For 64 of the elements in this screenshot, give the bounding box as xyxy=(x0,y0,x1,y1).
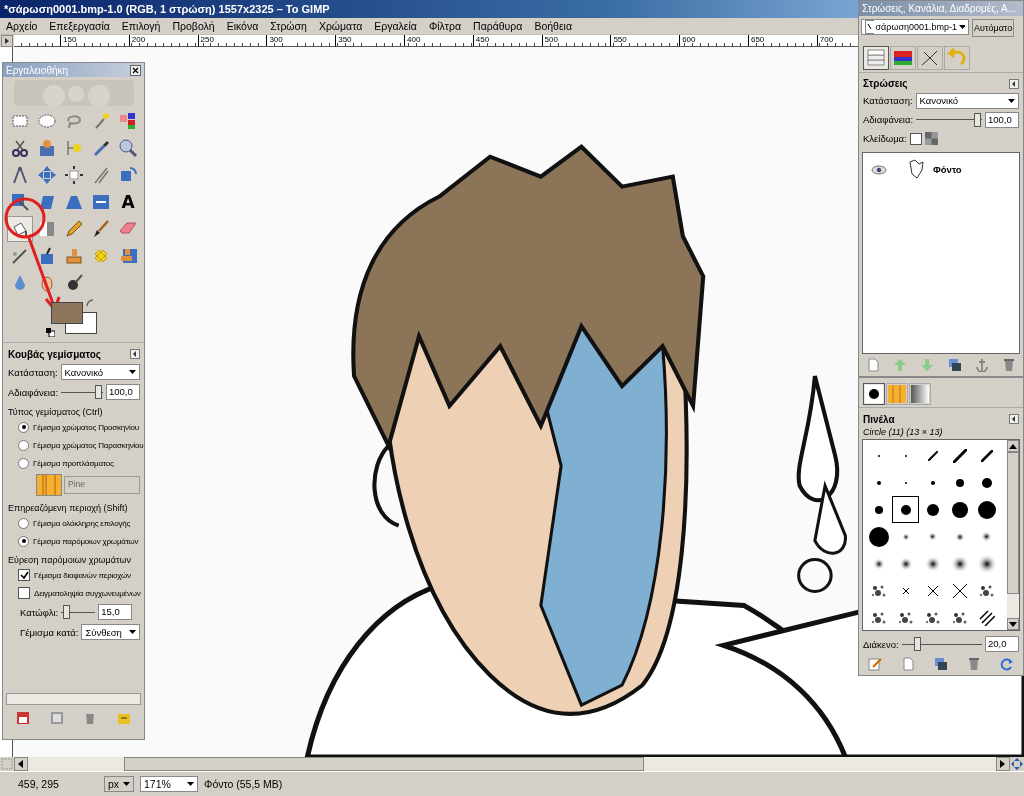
radio-option[interactable]: Γέμισμα ολόκληρης επιλογής xyxy=(18,515,131,531)
radio-option[interactable]: Γέμισμα χρώματος Προσκηνίου xyxy=(18,419,139,435)
menu-item[interactable]: Επιλογή xyxy=(121,20,161,32)
mode-label: Κατάσταση: xyxy=(863,95,913,107)
fill-type-label: Τύπος γεμίσματος (Ctrl) xyxy=(8,407,104,417)
ruler-label: 250 xyxy=(197,35,267,46)
mode-label: Κατάσταση: xyxy=(8,366,58,378)
mode-dropdown[interactable]: Κανονικό xyxy=(915,92,1019,109)
layer-row[interactable]: Φόντο xyxy=(863,152,1019,187)
image-dropdown[interactable]: σάρωση0001.bmp-1 xyxy=(861,18,969,35)
ruler-label: 450 xyxy=(472,35,542,46)
brushes-title: Πινέλα xyxy=(863,413,895,425)
radio-option[interactable]: Γέμισμα προπλάσματος xyxy=(18,455,114,471)
toolbox-title: Εργαλειοθήκη xyxy=(6,64,69,76)
affected-area-label: Επηρεαζόμενη περιοχή (Shift) xyxy=(8,503,129,513)
auto-button[interactable]: Αυτόματο xyxy=(972,18,1015,37)
spacing-spinbox[interactable]: 20,0 xyxy=(985,636,1019,652)
tool-options-title: Κουβάς γεμίσματος xyxy=(8,348,101,360)
menu-item[interactable]: Επεξεργασία xyxy=(49,20,110,32)
checkbox-option[interactable]: Γέμισμα διαφανών περιοχών xyxy=(18,567,131,583)
spacing-label: Διάκενο: xyxy=(863,638,899,650)
mode-dropdown[interactable]: Κανονικό xyxy=(60,364,140,380)
ruler-label: 500 xyxy=(541,35,611,46)
menu-item[interactable]: Φίλτρα xyxy=(428,20,462,32)
opacity-spinbox[interactable]: 100,0 xyxy=(985,111,1019,128)
pattern-name-field[interactable]: Pine xyxy=(64,476,140,494)
menu-item[interactable]: Αρχείο xyxy=(6,20,38,32)
opacity-label: Αδιαφάνεια: xyxy=(8,386,59,398)
lock-label: Κλείδωμα: xyxy=(863,133,907,145)
ruler-label: 400 xyxy=(404,35,473,46)
status-message: Φόντο (55,5 MB) xyxy=(204,778,283,790)
menu-item[interactable]: Εργαλεία xyxy=(374,20,417,32)
window-title: *σάρωση0001.bmp-1.0 (RGB, 1 στρώση) 1557x2325 – Το GIMP xyxy=(4,3,330,15)
ruler-label: 550 xyxy=(610,35,680,46)
zoom-dropdown[interactable]: 171% xyxy=(140,776,198,792)
threshold-label: Κατώφλι: xyxy=(20,606,59,618)
fill-by-label: Γέμισμα κατά: xyxy=(20,626,79,638)
pointer-coordinates: 459, 295 xyxy=(17,778,60,790)
menu-item[interactable]: Στρώση xyxy=(270,20,307,32)
opacity-spinbox[interactable]: 100,0 xyxy=(106,384,140,400)
opacity-label: Αδιαφάνεια: xyxy=(863,114,914,126)
ruler-label: 650 xyxy=(747,35,817,46)
menu-item[interactable]: Χρώματα xyxy=(318,20,363,32)
layer-name: Φόντο xyxy=(933,164,962,176)
unit-dropdown[interactable]: px xyxy=(104,776,134,792)
current-brush-name: Circle (11) (13 × 13) xyxy=(863,427,944,437)
tool-button[interactable]: A xyxy=(115,189,141,215)
ruler-label: 350 xyxy=(335,35,404,46)
ruler-label: 150 xyxy=(60,35,129,46)
checkbox-option[interactable]: Δειγματοληψία συγχωνευμένων xyxy=(18,585,141,601)
menu-item[interactable]: Βοήθεια xyxy=(534,20,572,32)
layers-title: Στρώσεις xyxy=(863,78,908,90)
radio-option[interactable]: Γέμισμα χρώματος Παρασκηνίου xyxy=(18,437,144,453)
ruler-label: 600 xyxy=(679,35,748,46)
ruler-label: 300 xyxy=(266,35,336,46)
threshold-spinbox[interactable]: 15,0 xyxy=(98,604,133,620)
radio-option[interactable]: Γέμισμα παρόμοιων χρωμάτων xyxy=(18,533,139,549)
menu-item[interactable]: Εικόνα xyxy=(226,20,259,32)
dock-title: Στρώσεις, Κανάλια, Διαδρομές, Α... xyxy=(862,2,1017,14)
similar-colors-label: Εύρεση παρόμοιων χρωμάτων xyxy=(8,555,132,565)
fill-by-dropdown[interactable]: Σύνθεση xyxy=(81,624,140,640)
menu-item[interactable]: Προβολή xyxy=(172,20,215,32)
menu-item[interactable]: Παράθυρα xyxy=(473,20,523,32)
ruler-label: 200 xyxy=(128,35,198,46)
